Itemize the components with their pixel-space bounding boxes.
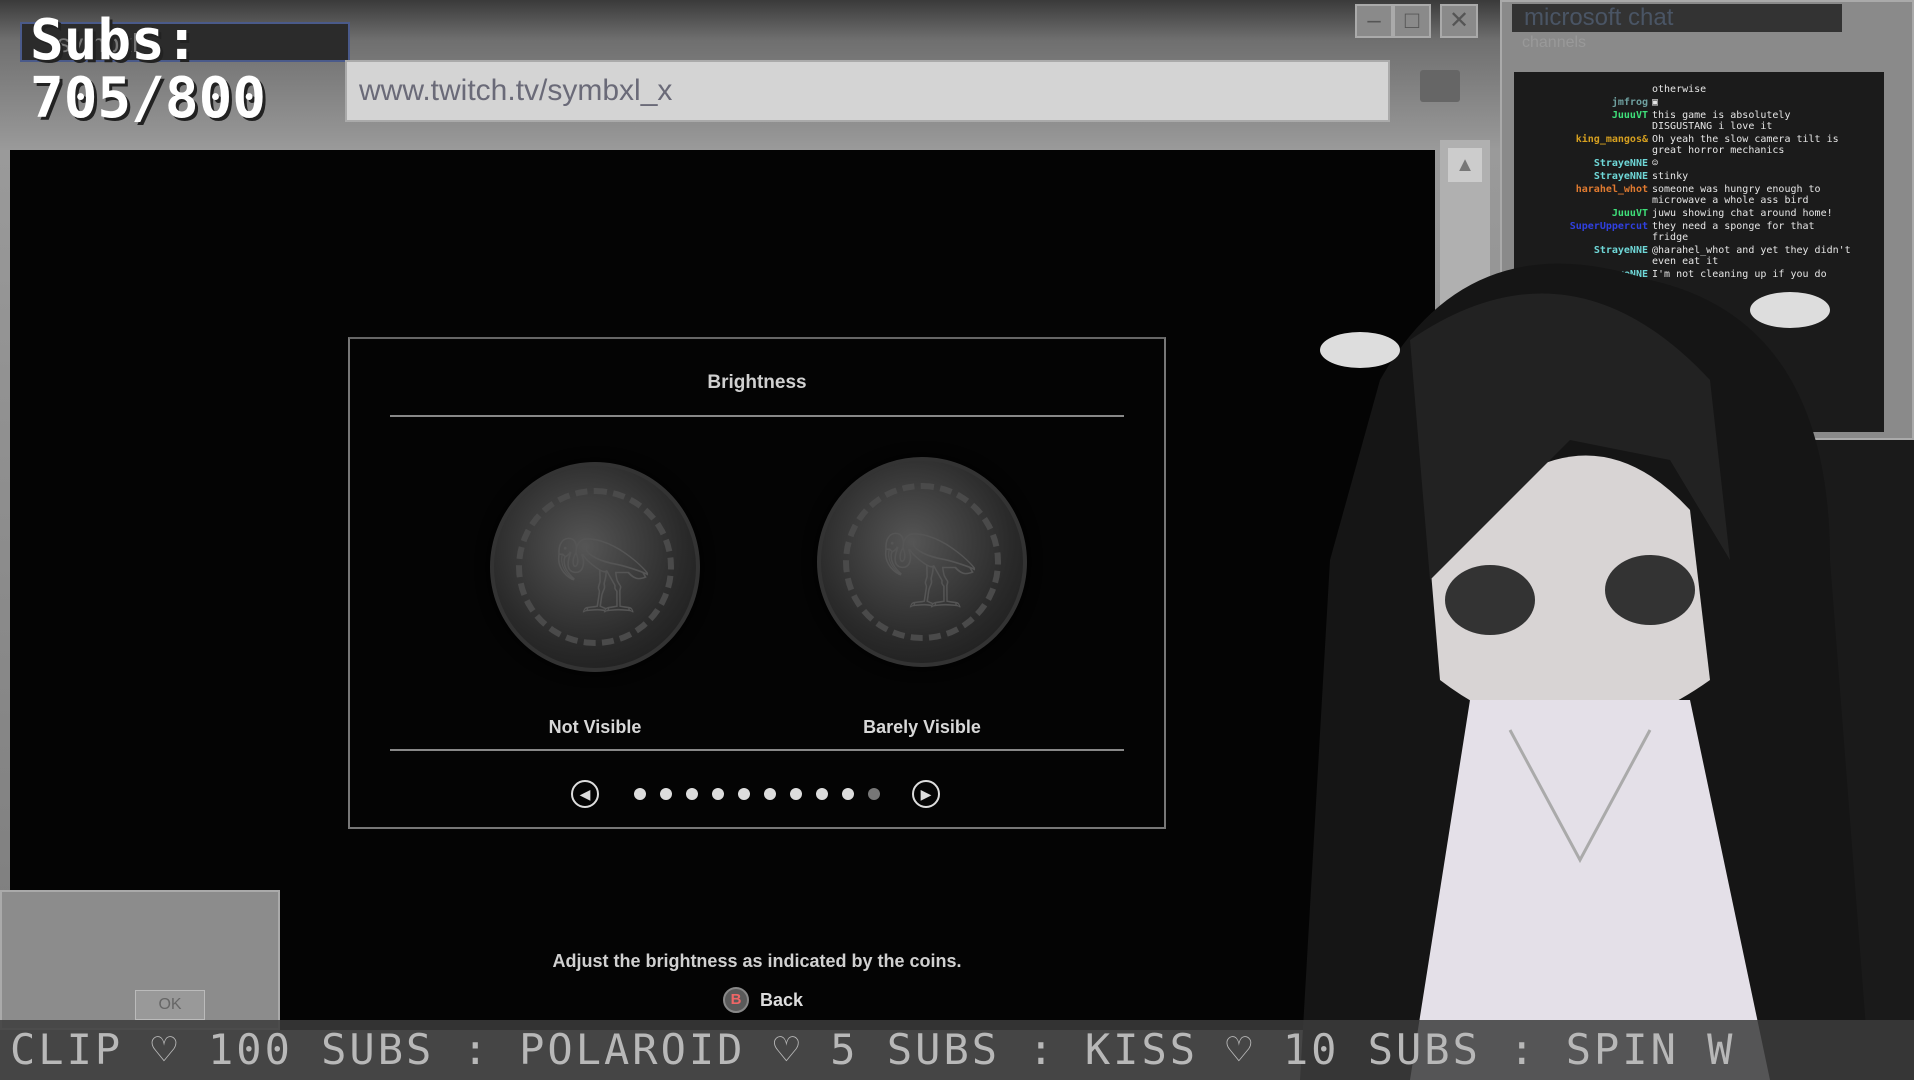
chat-text: this game is absolutely DISGUSTANG i lov… bbox=[1652, 110, 1791, 132]
chat-message: StrayeNNE ☺ bbox=[1514, 158, 1884, 169]
chat-text: Oh yeah the slow camera tilt is great ho… bbox=[1652, 134, 1839, 156]
back-button[interactable]: Back bbox=[760, 990, 803, 1011]
pager-dot[interactable] bbox=[790, 788, 802, 800]
barely-visible-label: Barely Visible bbox=[863, 717, 981, 737]
not-visible-label: Not Visible bbox=[548, 717, 642, 737]
dialog-title: Brightness bbox=[707, 372, 807, 393]
chat-username[interactable]: JuuuVT bbox=[1514, 110, 1652, 132]
chat-message: king_mangos& Oh yeah the slow camera tilt… bbox=[1514, 134, 1884, 156]
pelican-icon: 𓅟 bbox=[881, 534, 979, 623]
chat-username[interactable] bbox=[1514, 84, 1652, 95]
ok-button[interactable]: OK bbox=[135, 990, 205, 1020]
next-arrow-icon[interactable]: ▶ bbox=[912, 780, 940, 808]
pager-dot[interactable] bbox=[764, 788, 776, 800]
chat-username[interactable]: harahel_whot bbox=[1514, 184, 1652, 206]
brightness-dialog: Brightness 𓅟 𓅟 Not Visible Barely Visibl… bbox=[348, 337, 1166, 829]
vtuber-avatar bbox=[1300, 263, 1870, 1080]
chat-title: microsoft chat bbox=[1512, 4, 1842, 32]
subs-label: Subs: bbox=[30, 8, 199, 73]
chat-text: ☺ bbox=[1652, 158, 1659, 169]
chat-username[interactable]: JuuuVT bbox=[1514, 208, 1652, 219]
chat-message: otherwise bbox=[1514, 84, 1884, 95]
chat-text: otherwise bbox=[1652, 84, 1707, 95]
folder-icon[interactable] bbox=[1420, 70, 1460, 102]
chat-username[interactable]: king_mangos& bbox=[1514, 134, 1652, 156]
coin-not-visible: 𓅟 bbox=[490, 462, 700, 672]
pager-dot[interactable] bbox=[868, 788, 880, 800]
pager-dot[interactable] bbox=[660, 788, 672, 800]
chat-text: they need a sponge for that fridge bbox=[1652, 221, 1815, 243]
pager-dot[interactable] bbox=[712, 788, 724, 800]
pager-dot[interactable] bbox=[842, 788, 854, 800]
url-bar[interactable]: www.twitch.tv/symbxl_x bbox=[345, 60, 1390, 122]
chat-subtitle: channels bbox=[1522, 34, 1587, 51]
close-button[interactable]: ✕ bbox=[1440, 4, 1478, 38]
chat-text: stinky bbox=[1652, 171, 1689, 182]
chat-message: jmfrog ▣ bbox=[1514, 97, 1884, 108]
instruction-text: Adjust the brightness as indicated by th… bbox=[552, 951, 962, 971]
chat-message: SuperUppercut they need a sponge for that… bbox=[1514, 221, 1884, 243]
previous-arrow-icon[interactable]: ◀ bbox=[571, 780, 599, 808]
chat-text: juwu showing chat around home! bbox=[1652, 208, 1833, 219]
minimize-button[interactable]: – bbox=[1355, 4, 1393, 38]
maximize-button[interactable]: □ bbox=[1393, 4, 1431, 38]
chat-text: ▣ bbox=[1652, 97, 1659, 108]
chat-username[interactable]: StrayeNNE bbox=[1514, 158, 1652, 169]
divider bbox=[390, 749, 1124, 751]
scroll-up-icon[interactable]: ▲ bbox=[1448, 148, 1482, 182]
pelican-icon: 𓅟 bbox=[554, 539, 652, 628]
subs-count: 705/800 bbox=[30, 66, 267, 131]
pager-dot[interactable] bbox=[738, 788, 750, 800]
pager-dot[interactable] bbox=[634, 788, 646, 800]
sub-goal-ticker: CLIP ♡ 100 SUBS : POLAROID ♡ 5 SUBS : KI… bbox=[0, 1020, 1914, 1080]
pager-dot[interactable] bbox=[686, 788, 698, 800]
chat-username[interactable]: StrayeNNE bbox=[1514, 171, 1652, 182]
divider bbox=[390, 415, 1124, 417]
chat-message: harahel_whot someone was hungry enough to… bbox=[1514, 184, 1884, 206]
chat-message: JuuuVT juwu showing chat around home! bbox=[1514, 208, 1884, 219]
pager-dot[interactable] bbox=[816, 788, 828, 800]
coin-barely-visible: 𓅟 bbox=[817, 457, 1027, 667]
chat-text: someone was hungry enough to microwave a… bbox=[1652, 184, 1821, 206]
subs-counter: Subs: 705/800 bbox=[30, 12, 266, 128]
chat-username[interactable]: SuperUppercut bbox=[1514, 221, 1652, 243]
b-button-icon[interactable]: B bbox=[723, 987, 749, 1013]
chat-message: JuuuVT this game is absolutely DISGUSTANG… bbox=[1514, 110, 1884, 132]
chat-username[interactable]: jmfrog bbox=[1514, 97, 1652, 108]
chat-message: StrayeNNE stinky bbox=[1514, 171, 1884, 182]
